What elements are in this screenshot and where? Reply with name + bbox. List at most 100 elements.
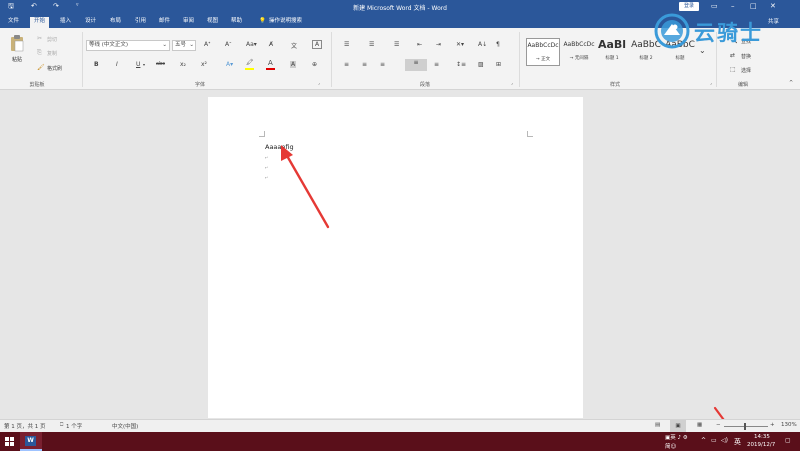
style-normal[interactable]: AaBbCcDc → 正文 (526, 38, 560, 66)
volume-icon[interactable]: ◁) (721, 437, 728, 444)
italic-button[interactable]: I (116, 61, 118, 68)
tab-view[interactable]: 视图 (203, 17, 222, 28)
ime-mode-top[interactable]: ▣英 ♪ ⚙ (665, 433, 688, 441)
paragraph-mark-icon: ↵ (265, 155, 269, 160)
align-center-icon[interactable]: ≡ (362, 61, 367, 68)
clear-formatting-icon[interactable]: A̸ (269, 41, 273, 48)
distributed-icon[interactable]: ≡ (434, 61, 439, 68)
character-shading-icon[interactable]: A (290, 61, 297, 68)
select-icon[interactable]: ⬚ (730, 66, 736, 73)
paragraph-dialog-launcher-icon[interactable]: ⌟ (511, 80, 513, 85)
ime-mode-bottom[interactable]: 简☺ (665, 442, 676, 450)
watermark-text: 云骑士 (694, 21, 763, 45)
proofing-icon[interactable]: ⎕ (60, 422, 63, 429)
superscript-button[interactable]: x² (201, 61, 207, 68)
font-color-button[interactable]: A (268, 59, 273, 67)
copy-icon[interactable]: ⎘ (37, 49, 42, 57)
style-no-spacing[interactable]: AaBbCcDc → 无间隔 (562, 38, 596, 66)
decrease-indent-icon[interactable]: ⇤ (417, 41, 422, 48)
page-count[interactable]: 第 1 页，共 1 页 (4, 422, 46, 430)
bullets-icon[interactable]: ☰ (344, 41, 349, 48)
grow-font-icon[interactable]: Aᐩ (204, 41, 210, 48)
annotation-arrow-doc (281, 145, 330, 229)
styles-group-label: 样式 (609, 82, 620, 88)
language-status[interactable]: 中文(中国) (112, 422, 138, 430)
zoom-in-button[interactable]: + (770, 422, 775, 428)
underline-button[interactable]: U (136, 61, 140, 68)
print-layout-icon[interactable]: ▣ (670, 420, 686, 432)
cut-button[interactable]: 剪切 (47, 36, 57, 43)
tab-references[interactable]: 引用 (131, 17, 150, 28)
align-right-icon[interactable]: ≡ (380, 61, 385, 68)
chevron-down-icon[interactable]: ▾ (143, 62, 145, 67)
tab-insert[interactable]: 插入 (56, 17, 75, 28)
character-border-icon[interactable]: A (312, 40, 323, 49)
tab-home[interactable]: 开始 (30, 17, 50, 28)
word-taskbar-button[interactable]: W (20, 432, 42, 451)
windows-start-icon[interactable] (5, 437, 14, 446)
clock-time[interactable]: 14:35 (754, 434, 770, 440)
format-painter-button[interactable]: 格式刷 (47, 65, 62, 72)
zoom-slider-track[interactable] (724, 426, 768, 427)
paste-icon (11, 35, 24, 52)
tab-review[interactable]: 审阅 (179, 17, 198, 28)
clock-date[interactable]: 2019/12/7 (747, 442, 775, 448)
subscript-button[interactable]: x₂ (180, 61, 186, 68)
tab-layout[interactable]: 布局 (106, 17, 125, 28)
multilevel-list-icon[interactable]: ☰ (394, 41, 399, 48)
justify-icon[interactable]: ≡ (405, 59, 427, 71)
increase-indent-icon[interactable]: ⇥ (436, 41, 441, 48)
format-painter-icon[interactable]: 🖌 (37, 64, 45, 71)
line-spacing-icon[interactable]: ↕≡ (456, 61, 466, 68)
highlight-color-swatch (245, 68, 254, 70)
select-button[interactable]: 选择 (741, 67, 751, 74)
taskbar: W ▣英 ♪ ⚙ 简☺ ^ ▭ ◁) 英 14:35 2019/12/7 ▢ (0, 432, 800, 451)
watermark-logo: 云骑士 (650, 8, 800, 54)
shading-icon[interactable]: ▨ (478, 61, 484, 68)
notification-icon[interactable]: ▢ (785, 437, 791, 444)
borders-icon[interactable]: ⊞ (496, 61, 501, 68)
copy-button[interactable]: 复制 (47, 50, 57, 57)
network-icon[interactable]: ▭ (711, 437, 717, 444)
editing-group-label: 编辑 (737, 82, 748, 88)
show-marks-icon[interactable]: ¶ (496, 41, 500, 48)
numbering-icon[interactable]: ☰ (369, 41, 374, 48)
word-count[interactable]: 1 个字 (66, 422, 82, 430)
crop-mark (259, 131, 265, 137)
tab-file[interactable]: 文件 (4, 17, 23, 28)
text-effects-icon[interactable]: A▾ (226, 61, 233, 68)
collapse-ribbon-icon[interactable]: ^ (789, 80, 793, 86)
tab-mailings[interactable]: 邮件 (155, 17, 174, 28)
font-family-select[interactable]: 等线 (中文正文) ⌄ (86, 40, 170, 51)
tell-me-search[interactable]: 操作说明搜索 (265, 17, 306, 28)
tab-design[interactable]: 设计 (81, 17, 100, 28)
tray-chevron-icon[interactable]: ^ (701, 437, 706, 444)
styles-dialog-launcher-icon[interactable]: ⌟ (710, 80, 712, 85)
word-icon: W (25, 436, 36, 446)
bold-button[interactable]: B (94, 61, 99, 68)
font-dialog-launcher-icon[interactable]: ⌟ (318, 80, 320, 85)
read-mode-icon[interactable]: ▤ (655, 422, 660, 428)
zoom-out-button[interactable]: − (716, 422, 721, 428)
cut-icon[interactable]: ✂ (37, 35, 42, 42)
strikethrough-button[interactable]: abc (156, 61, 165, 67)
zoom-level[interactable]: 130% (781, 422, 797, 428)
zoom-slider-thumb[interactable] (744, 423, 746, 430)
crop-mark (527, 131, 533, 137)
style-heading-1[interactable]: AaBl 标题 1 (597, 38, 627, 66)
input-language[interactable]: 英 (734, 437, 741, 447)
change-case-icon[interactable]: Aa▾ (246, 41, 257, 48)
font-size-select[interactable]: 五号 ⌄ (172, 40, 196, 51)
enclose-characters-icon[interactable]: ⊕ (312, 61, 317, 68)
tab-help[interactable]: 帮助 (227, 17, 246, 28)
chevron-down-icon: ⌄ (189, 42, 194, 48)
chinese-layout-icon[interactable]: ✕▾ (456, 41, 464, 48)
shrink-font-icon[interactable]: Aᐨ (225, 41, 231, 48)
sort-icon[interactable]: A↓ (478, 41, 487, 48)
replace-button[interactable]: 替换 (741, 53, 751, 60)
align-left-icon[interactable]: ≡ (344, 61, 349, 68)
pinyin-guide-icon[interactable]: 文 (291, 41, 297, 50)
web-layout-icon[interactable]: ▦ (697, 422, 702, 428)
paste-button[interactable]: 粘贴 (6, 34, 28, 68)
highlight-icon[interactable]: 🖍 (246, 59, 254, 66)
